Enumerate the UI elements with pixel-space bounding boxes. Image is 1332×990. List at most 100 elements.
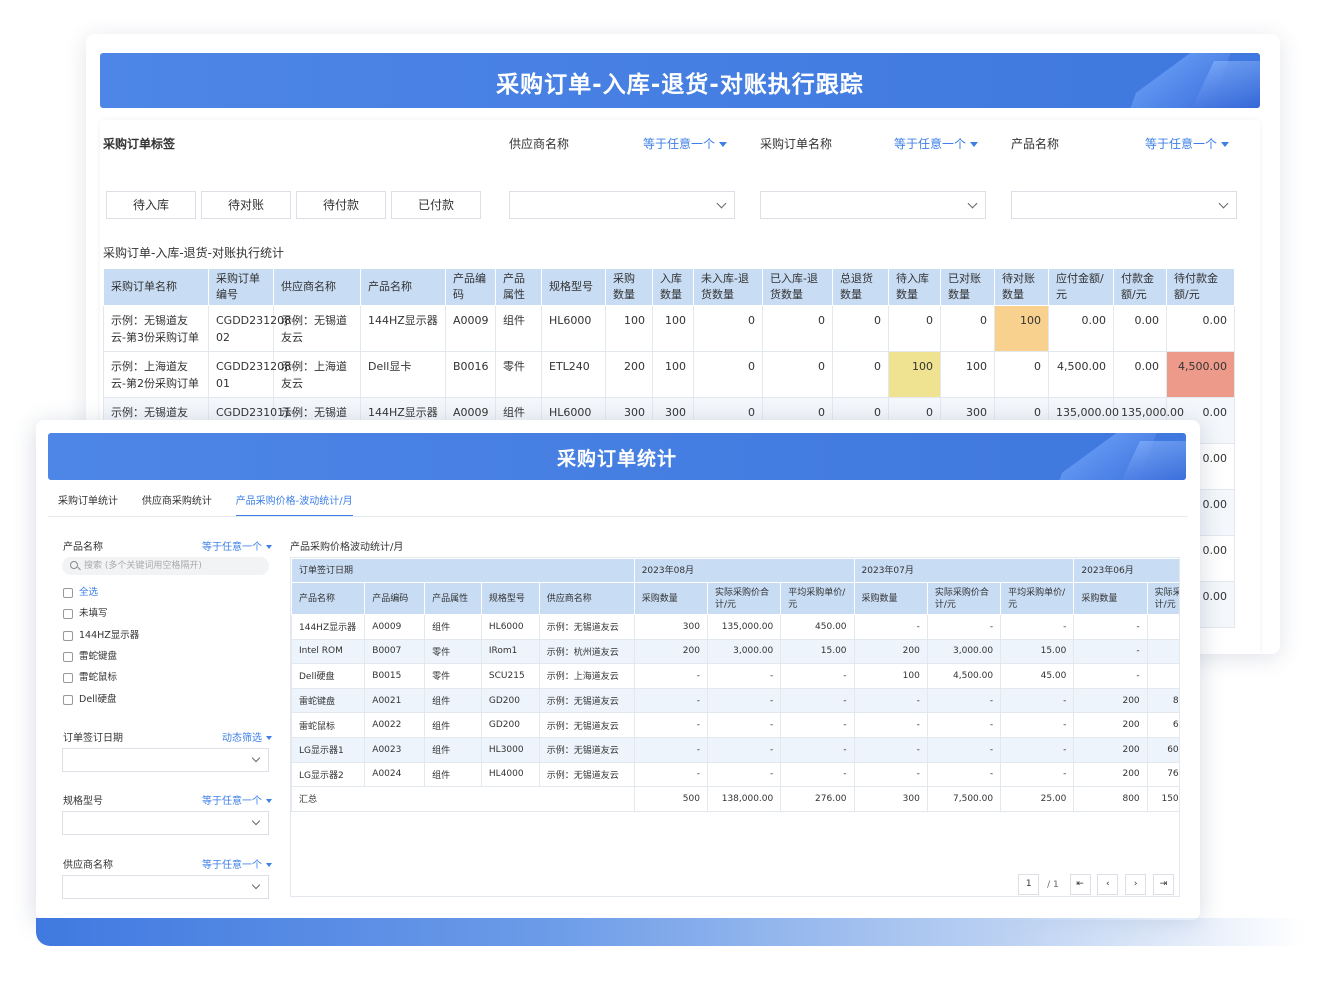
column-header[interactable]: 待付款金额/元 bbox=[1166, 268, 1235, 306]
tab-supplier-stats[interactable]: 供应商采购统计 bbox=[142, 492, 212, 516]
column-header[interactable]: 未入库-退货数量 bbox=[693, 268, 763, 306]
column-header[interactable]: 实际采购价合计/元 bbox=[1146, 582, 1179, 615]
option-razer-mouse[interactable]: 雷蛇鼠标 bbox=[63, 672, 117, 686]
column-header[interactable]: 实际采购价合计/元 bbox=[926, 582, 1002, 615]
next-page-button[interactable]: › bbox=[1125, 874, 1147, 895]
order-filter-operator[interactable]: 等于任意一个 bbox=[894, 135, 979, 152]
tab-price-fluctuation[interactable]: 产品采购价格-波动统计/月 bbox=[235, 492, 353, 516]
cell: - bbox=[633, 761, 708, 788]
checkbox[interactable] bbox=[63, 672, 73, 683]
cell-highlight: 4,500.00 bbox=[1166, 351, 1235, 398]
option-unfilled[interactable]: 未填写 bbox=[63, 608, 108, 622]
chevron-down-icon bbox=[967, 198, 978, 209]
column-header[interactable]: 规格型号 bbox=[541, 268, 606, 306]
prev-page-button[interactable]: ‹ bbox=[1097, 874, 1119, 895]
product-filter-operator[interactable]: 等于任意一个 bbox=[1145, 135, 1230, 152]
table-row[interactable]: 示例：无锡道友云-第3份采购订单 CGDD231208-02 示例：无锡道友云 … bbox=[103, 305, 1235, 352]
cell: 示例：上海道友云 bbox=[273, 351, 361, 398]
month-header[interactable]: 2023年08月 bbox=[633, 558, 855, 583]
option-select-all[interactable]: 全选 bbox=[63, 587, 98, 601]
column-header[interactable]: 待对账数量 bbox=[994, 268, 1049, 306]
tab-order-stats[interactable]: 采购订单统计 bbox=[58, 492, 118, 516]
cell: 8,400.00 bbox=[1146, 687, 1179, 714]
date-filter-operator[interactable]: 动态筛选 bbox=[222, 729, 272, 744]
spec-filter-label: 规格型号 bbox=[63, 796, 103, 807]
column-header[interactable]: 采购订单名称 bbox=[103, 268, 209, 306]
stats-header: 采购订单统计 bbox=[48, 433, 1186, 480]
column-header[interactable]: 采购数量 bbox=[853, 582, 928, 615]
supplier-select[interactable] bbox=[62, 875, 269, 899]
checkbox[interactable] bbox=[63, 630, 73, 641]
checkbox[interactable] bbox=[63, 587, 73, 598]
column-header[interactable]: 已入库-退货数量 bbox=[762, 268, 833, 306]
cell: - bbox=[853, 614, 928, 640]
month-header[interactable]: 2023年06月 bbox=[1073, 558, 1179, 583]
column-header[interactable]: 应付金额/元 bbox=[1048, 268, 1114, 306]
date-select[interactable] bbox=[62, 748, 269, 772]
column-header[interactable]: 供应商名称 bbox=[538, 582, 635, 615]
table-row[interactable]: 雷蛇鼠标A0022组件GD200示例：无锡道友云------2006,000.0… bbox=[291, 712, 1179, 738]
column-header[interactable]: 产品编码 bbox=[445, 268, 496, 306]
table-row[interactable]: Dell硬盘 B0015 零件 SCU215 示例：上海道友云 - - -100 4,500.0… bbox=[291, 663, 1179, 689]
column-header[interactable]: 待入库数量 bbox=[888, 268, 941, 306]
tag-button-pending-payment[interactable]: 待付款 bbox=[296, 191, 386, 219]
cell: - bbox=[633, 663, 708, 689]
cell: - bbox=[926, 687, 1002, 714]
option-144hz-monitor[interactable]: 144HZ显示器 bbox=[63, 630, 139, 644]
table-row[interactable]: LG显示器2A0024组件HL4000示例：无锡道友云------20076,0… bbox=[291, 761, 1179, 788]
column-header[interactable]: 平均采购单价/元 bbox=[780, 582, 855, 615]
column-header[interactable]: 规格型号 bbox=[480, 582, 540, 615]
last-page-button[interactable]: ⇥ bbox=[1153, 874, 1174, 895]
page-number-input[interactable]: 1 bbox=[1018, 874, 1040, 895]
column-header[interactable]: 供应商名称 bbox=[273, 268, 361, 306]
tag-button-paid[interactable]: 已付款 bbox=[391, 191, 481, 219]
cell: 200 bbox=[1073, 712, 1148, 738]
column-header[interactable]: 付款金额/元 bbox=[1113, 268, 1167, 306]
cell: CGDD231208-01 bbox=[208, 351, 295, 398]
table-row[interactable]: Intel ROM B0007 零件 IRom1 示例：杭州道友云 200 3,000.00… bbox=[291, 638, 1179, 665]
checkbox[interactable] bbox=[63, 694, 73, 705]
price-table-container[interactable]: 订单签订日期 2023年08月 2023年07月 2023年06月 产品名称 产… bbox=[290, 557, 1180, 897]
column-header[interactable]: 产品编码 bbox=[364, 582, 426, 615]
group-header[interactable]: 订单签订日期 bbox=[291, 558, 635, 583]
product-filter-operator[interactable]: 等于任意一个 bbox=[202, 538, 272, 553]
checkbox[interactable] bbox=[63, 651, 73, 662]
column-header[interactable]: 产品名称 bbox=[291, 582, 366, 615]
column-header[interactable]: 采购订单编号 bbox=[208, 268, 274, 306]
option-razer-keyboard[interactable]: 雷蛇键盘 bbox=[63, 651, 117, 665]
spec-select[interactable] bbox=[62, 811, 269, 835]
column-header[interactable]: 平均采购单价/元 bbox=[1000, 582, 1075, 615]
tag-button-pending-reconcile[interactable]: 待对账 bbox=[201, 191, 291, 219]
supplier-filter-operator[interactable]: 等于任意一个 bbox=[202, 856, 272, 871]
first-page-button[interactable]: ⇤ bbox=[1069, 874, 1091, 895]
column-header[interactable]: 产品属性 bbox=[424, 582, 482, 615]
column-header[interactable]: 实际采购价合计/元 bbox=[706, 582, 782, 615]
cell: - bbox=[706, 761, 782, 788]
cell: - bbox=[1000, 614, 1075, 640]
table-row[interactable]: LG显示器1A0023组件HL3000示例：无锡道友云------20060,0… bbox=[291, 736, 1179, 763]
column-header[interactable]: 入库数量 bbox=[652, 268, 694, 306]
option-dell-disk[interactable]: Dell硬盘 bbox=[63, 694, 116, 708]
cell: - bbox=[853, 761, 928, 788]
cell: - bbox=[853, 687, 928, 714]
checkbox[interactable] bbox=[63, 608, 73, 619]
spec-filter-operator[interactable]: 等于任意一个 bbox=[202, 792, 272, 807]
cell: B0015 bbox=[364, 663, 426, 689]
tag-button-pending-inbound[interactable]: 待入库 bbox=[106, 191, 196, 219]
column-header[interactable]: 总退货数量 bbox=[832, 268, 889, 306]
product-search-input[interactable]: 搜索 (多个关键词用空格隔开) bbox=[62, 557, 269, 575]
month-header[interactable]: 2023年07月 bbox=[853, 558, 1075, 583]
order-select[interactable] bbox=[760, 191, 986, 219]
column-header[interactable]: 产品名称 bbox=[360, 268, 446, 306]
column-header[interactable]: 已对账数量 bbox=[940, 268, 995, 306]
table-row[interactable]: 144HZ显示器 A0009 组件 HL6000 示例：无锡道友云 300 135,000.… bbox=[291, 614, 1179, 640]
product-select[interactable] bbox=[1011, 191, 1237, 219]
column-header[interactable]: 产品属性 bbox=[495, 268, 542, 306]
supplier-select[interactable] bbox=[509, 191, 735, 219]
column-header[interactable]: 采购数量 bbox=[1073, 582, 1148, 615]
column-header[interactable]: 采购数量 bbox=[605, 268, 653, 306]
table-row[interactable]: 示例：上海道友云-第2份采购订单 CGDD231208-01 示例：上海道友云 … bbox=[103, 351, 1235, 398]
column-header[interactable]: 采购数量 bbox=[633, 582, 708, 615]
supplier-filter-operator[interactable]: 等于任意一个 bbox=[643, 135, 728, 152]
table-row[interactable]: 雷蛇键盘A0021组件GD200示例：无锡道友云------2008,400.0… bbox=[291, 687, 1179, 714]
